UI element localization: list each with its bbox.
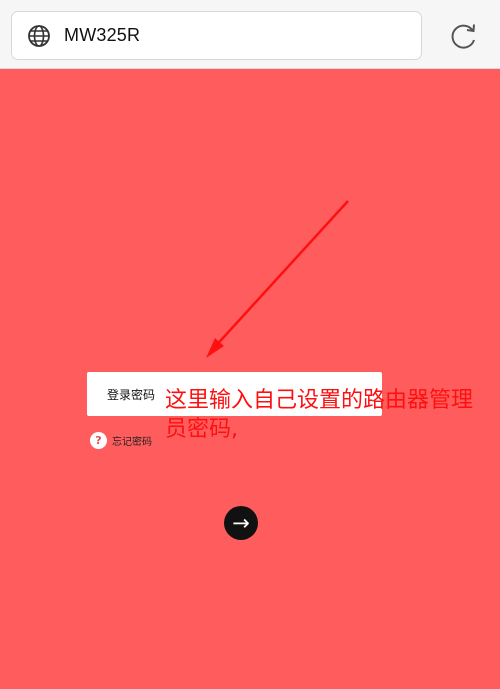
annotation-text: 这里输入自己设置的路由器管理员密码, xyxy=(165,388,474,442)
globe-icon xyxy=(28,25,50,47)
arrow-right-icon: → xyxy=(232,511,250,535)
forgot-password-label: 忘记密码 xyxy=(112,436,152,448)
url-text: MW325R xyxy=(64,25,141,45)
address-bar[interactable]: MW325R xyxy=(11,11,422,60)
forgot-password-link[interactable]: ? 忘记密码 xyxy=(90,430,152,450)
reload-icon[interactable] xyxy=(447,20,479,52)
password-placeholder: 登录密码 xyxy=(107,388,156,402)
submit-button[interactable]: → xyxy=(224,506,258,540)
browser-toolbar: MW325R xyxy=(0,0,500,69)
question-icon: ? xyxy=(90,431,107,449)
